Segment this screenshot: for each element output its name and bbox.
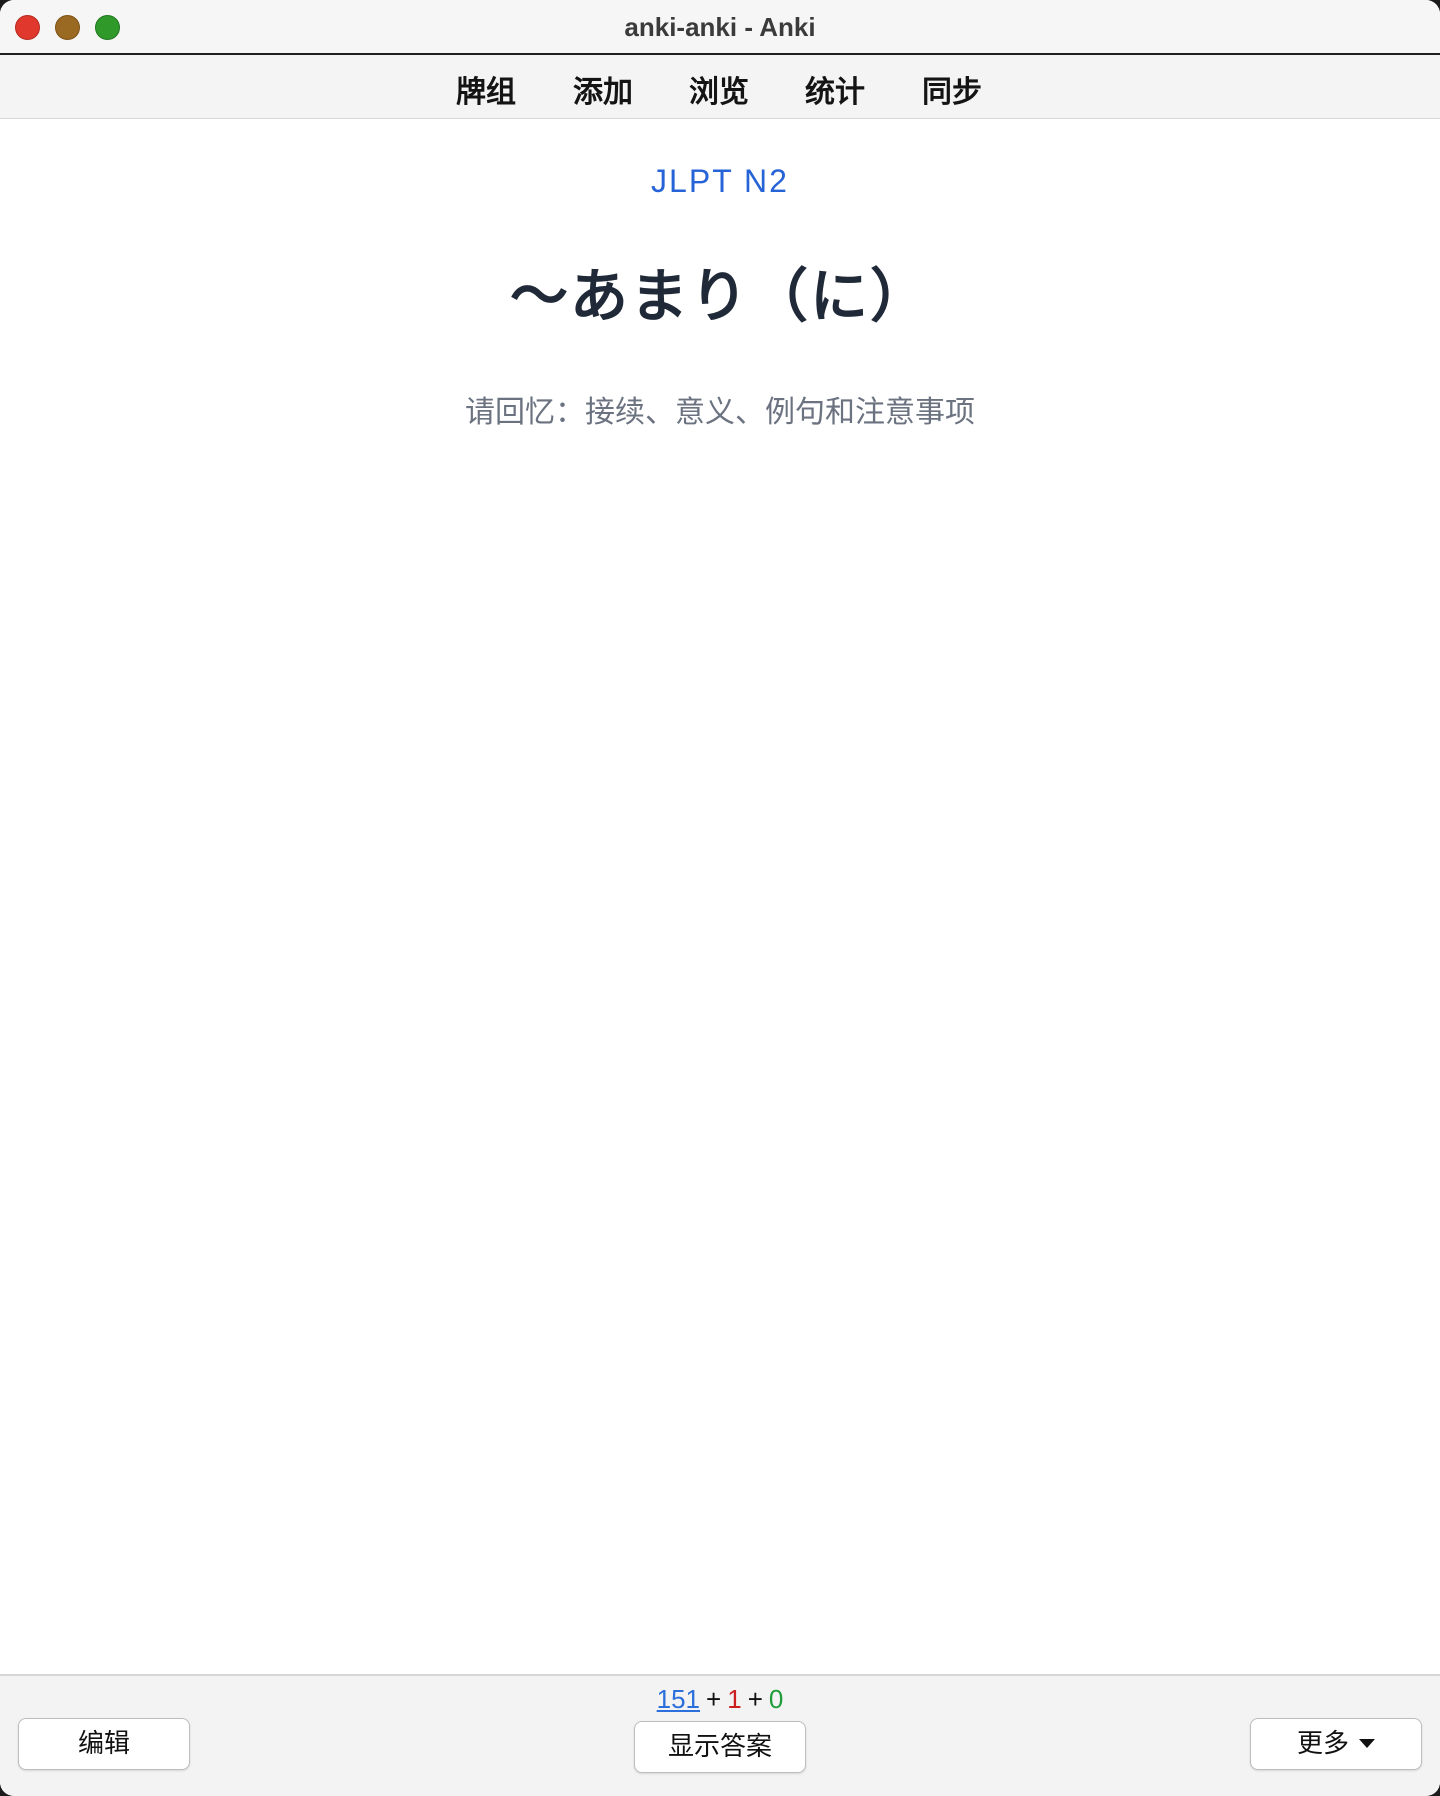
- review-count: 0: [768, 1684, 784, 1714]
- card-headword: 〜あまり（に）: [509, 262, 930, 330]
- main-toolbar: 牌组 添加 浏览 统计 同步: [0, 55, 1440, 119]
- show-answer-button[interactable]: 显示答案: [634, 1721, 806, 1773]
- card-prompt: 请回忆：接续、意义、例句和注意事项: [465, 395, 975, 430]
- edit-button[interactable]: 编辑: [18, 1718, 190, 1770]
- count-separator: +: [747, 1684, 763, 1714]
- toolbar-item-sync[interactable]: 同步: [922, 67, 982, 111]
- toolbar-item-browse[interactable]: 浏览: [689, 67, 749, 111]
- card-question-area: JLPT N2 〜あまり（に） 请回忆：接续、意义、例句和注意事项: [0, 119, 1440, 1674]
- toolbar-item-decks[interactable]: 牌组: [456, 67, 516, 111]
- review-counts: 151 +1 +0: [0, 1684, 1440, 1715]
- learn-count: 1: [727, 1684, 742, 1714]
- toolbar-item-add[interactable]: 添加: [573, 67, 633, 111]
- more-button[interactable]: 更多: [1250, 1718, 1422, 1770]
- count-separator: +: [706, 1684, 722, 1714]
- deck-tag: JLPT N2: [651, 163, 789, 199]
- anki-window: anki-anki - Anki 牌组 添加 浏览 统计 同步 JLPT N2 …: [0, 0, 1440, 1796]
- caret-down-icon: [1359, 1738, 1375, 1748]
- window-title: anki-anki - Anki: [624, 12, 816, 42]
- toolbar-item-stats[interactable]: 统计: [805, 67, 865, 111]
- review-bottom-bar: 编辑 151 +1 +0 显示答案 更多: [0, 1674, 1440, 1796]
- new-count[interactable]: 151: [657, 1684, 700, 1714]
- title-bar: anki-anki - Anki: [0, 0, 1440, 55]
- more-button-label: 更多: [1296, 1729, 1349, 1759]
